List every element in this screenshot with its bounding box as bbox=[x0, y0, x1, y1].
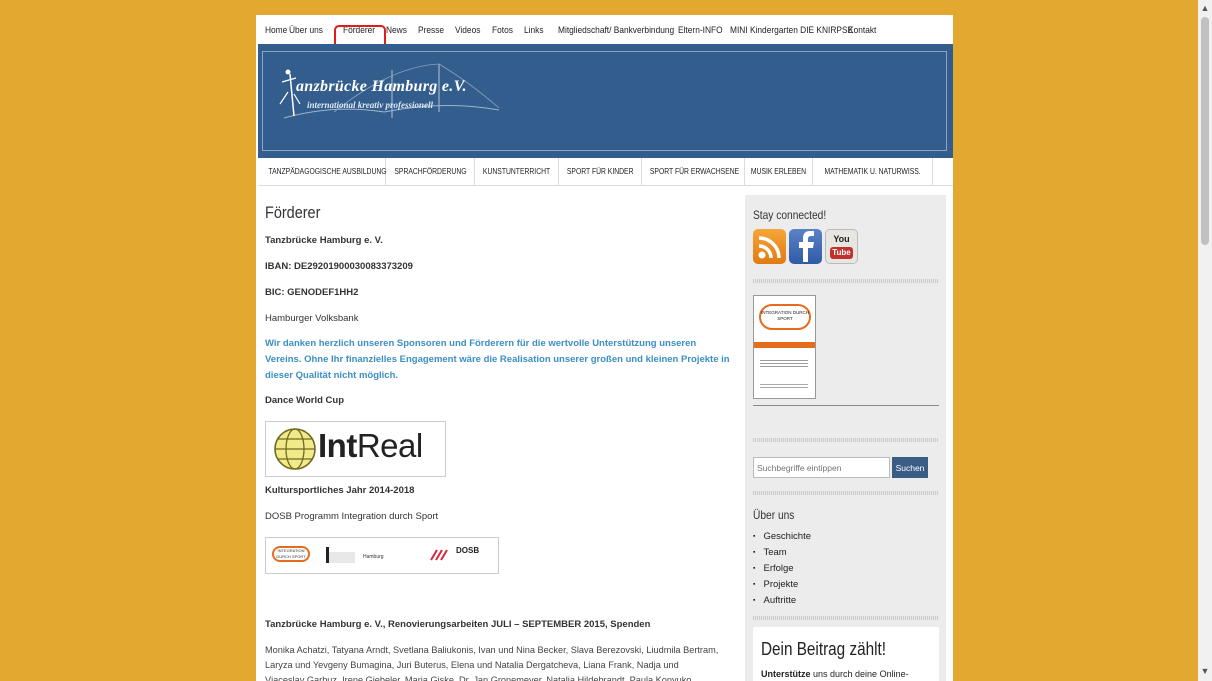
renovation-heading: Tanzbrücke Hamburg e. V., Renovierungsar… bbox=[265, 619, 651, 630]
sponsor-logos-strip[interactable]: INTEGRATION DURCH SPORT Hamburg DOSB bbox=[265, 537, 499, 574]
page-title: Förderer bbox=[265, 203, 321, 222]
cat-sprachfoerderung[interactable]: SPRACHFÖRDERUNG bbox=[386, 158, 475, 185]
cat-sport-fuer-kinder[interactable]: SPORT FÜR KINDER bbox=[559, 158, 642, 185]
about-item-projekte[interactable]: Projekte bbox=[753, 577, 811, 593]
donor-list: Monika Achatzi, Tatyana Arndt, Svetlana … bbox=[265, 645, 719, 681]
page-scrollbar[interactable]: ▲ ▼ bbox=[1198, 0, 1212, 681]
nav-home[interactable]: Home bbox=[265, 25, 287, 36]
cat-label: TANZPÄDAGOGISCHE AUSBILDUNG bbox=[268, 167, 387, 176]
intreal-bold: Int bbox=[318, 427, 357, 464]
nav-news[interactable]: News bbox=[386, 25, 407, 36]
about-list: Geschichte Team Erfolge Projekte Auftrit… bbox=[753, 529, 811, 609]
org-name: Tanzbrücke Hamburg e. V. bbox=[265, 235, 383, 246]
category-navigation: TANZPÄDAGOGISCHE AUSBILDUNG SPRACHFÖRDER… bbox=[258, 158, 953, 186]
facebook-icon[interactable] bbox=[789, 229, 822, 264]
nav-videos[interactable]: Videos bbox=[455, 25, 480, 36]
hamburg-logo: Hamburg bbox=[363, 554, 384, 560]
header-banner[interactable]: anzbrücke Hamburg e.V. international kre… bbox=[258, 44, 953, 158]
nav-eltern-info[interactable]: Eltern-INFO bbox=[678, 25, 723, 36]
nav-mini-kindergarten[interactable]: MINI Kindergarten DIE KNIRPSE bbox=[730, 25, 853, 36]
intreal-logo[interactable]: IntReal bbox=[265, 421, 446, 477]
site-title: anzbrücke Hamburg e.V. bbox=[296, 78, 467, 95]
cat-label: MATHEMATIK U. NATURWISS. bbox=[824, 167, 921, 176]
kultur-year: Kultursportliches Jahr 2014-2018 bbox=[265, 485, 415, 496]
sidebar-divider bbox=[753, 438, 939, 442]
contribution-box: Dein Beitrag zählt! Unterstütze uns durc… bbox=[753, 627, 939, 681]
dosb-logo: DOSB bbox=[456, 546, 480, 555]
about-heading: Über uns bbox=[753, 508, 795, 522]
contribution-bold: Unterstütze bbox=[761, 669, 811, 679]
stay-connected-heading: Stay connected! bbox=[753, 208, 827, 222]
thanks-text: Wir danken herzlich unseren Sponsoren un… bbox=[265, 338, 730, 381]
about-item-team[interactable]: Team bbox=[753, 545, 811, 561]
nav-kontakt[interactable]: Kontakt bbox=[848, 25, 876, 36]
contribution-rest: uns durch deine Online- bbox=[810, 669, 909, 679]
globe-icon bbox=[274, 428, 316, 470]
sidebar: Stay connected! You Tube INTEGRATION DUR… bbox=[745, 195, 946, 681]
cat-label: SPORT FÜR ERWACHSENE bbox=[649, 167, 740, 176]
cat-label: MUSIK ERLEBEN bbox=[750, 167, 807, 176]
scrollbar-thumb[interactable] bbox=[1201, 17, 1209, 245]
search-button[interactable]: Suchen bbox=[892, 457, 928, 478]
iban: IBAN: DE29201900030083373209 bbox=[265, 261, 413, 272]
sidebar-divider bbox=[753, 616, 939, 620]
cat-label: SPORT FÜR KINDER bbox=[566, 167, 634, 176]
scroll-up-icon[interactable]: ▲ bbox=[1198, 3, 1212, 13]
poster-band bbox=[754, 342, 815, 348]
scroll-down-icon[interactable]: ▼ bbox=[1198, 666, 1212, 676]
integration-logo: INTEGRATION DURCH SPORT bbox=[272, 546, 310, 562]
intreal-light: Real bbox=[356, 427, 423, 464]
page-container: Home Über uns Förderer News Presse Video… bbox=[256, 15, 953, 681]
cat-label: SPRACHFÖRDERUNG bbox=[393, 167, 467, 176]
nav-mitgliedschaft[interactable]: Mitgliedschaft/ Bankverbindung bbox=[558, 25, 674, 36]
about-item-geschichte[interactable]: Geschichte bbox=[753, 529, 811, 545]
youtube-icon[interactable]: You Tube bbox=[825, 229, 858, 264]
integration-poster[interactable]: INTEGRATION DURCH SPORT bbox=[753, 295, 816, 399]
nav-fotos[interactable]: Fotos bbox=[492, 25, 513, 36]
search-input[interactable] bbox=[753, 457, 890, 478]
dosb-program: DOSB Programm Integration durch Sport bbox=[265, 511, 439, 522]
cat-musik-erleben[interactable]: MUSIK ERLEBEN bbox=[745, 158, 813, 185]
poster-text bbox=[760, 358, 808, 368]
youtube-you-text: You bbox=[833, 234, 850, 244]
sidebar-divider bbox=[753, 491, 939, 495]
sidebar-divider bbox=[753, 279, 939, 283]
intreal-wordmark: IntReal bbox=[318, 427, 423, 465]
cat-label: KUNSTUNTERRICHT bbox=[482, 167, 551, 176]
about-item-erfolge[interactable]: Erfolge bbox=[753, 561, 811, 577]
contribution-text: Unterstütze uns durch deine Online- bbox=[761, 669, 909, 679]
rss-icon[interactable] bbox=[753, 229, 786, 264]
dance-world-cup: Dance World Cup bbox=[265, 395, 344, 406]
cat-tanzpaedagogische-ausbildung[interactable]: TANZPÄDAGOGISCHE AUSBILDUNG bbox=[258, 158, 387, 185]
youtube-tube-text: Tube bbox=[830, 247, 853, 259]
sportbund-logo-icon bbox=[430, 549, 448, 561]
poster-underline bbox=[753, 405, 939, 406]
site-tagline: international kreativ professionell bbox=[307, 100, 434, 110]
bank-name: Hamburger Volksbank bbox=[265, 313, 359, 324]
bund-logo-icon bbox=[326, 547, 355, 563]
contribution-heading: Dein Beitrag zählt! bbox=[761, 639, 887, 659]
bic: BIC: GENODEF1HH2 bbox=[265, 287, 359, 298]
poster-footer bbox=[760, 382, 808, 390]
nav-ueber-uns[interactable]: Über uns bbox=[289, 25, 323, 36]
cat-mathematik[interactable]: MATHEMATIK U. NATURWISS. bbox=[813, 158, 933, 185]
about-item-auftritte[interactable]: Auftritte bbox=[753, 593, 811, 609]
cat-kunstunterricht[interactable]: KUNSTUNTERRICHT bbox=[475, 158, 559, 185]
nav-presse[interactable]: Presse bbox=[418, 25, 444, 36]
poster-heading: INTEGRATION DURCH SPORT bbox=[759, 304, 811, 330]
nav-links[interactable]: Links bbox=[524, 25, 544, 36]
cat-sport-fuer-erwachsene[interactable]: SPORT FÜR ERWACHSENE bbox=[642, 158, 745, 185]
